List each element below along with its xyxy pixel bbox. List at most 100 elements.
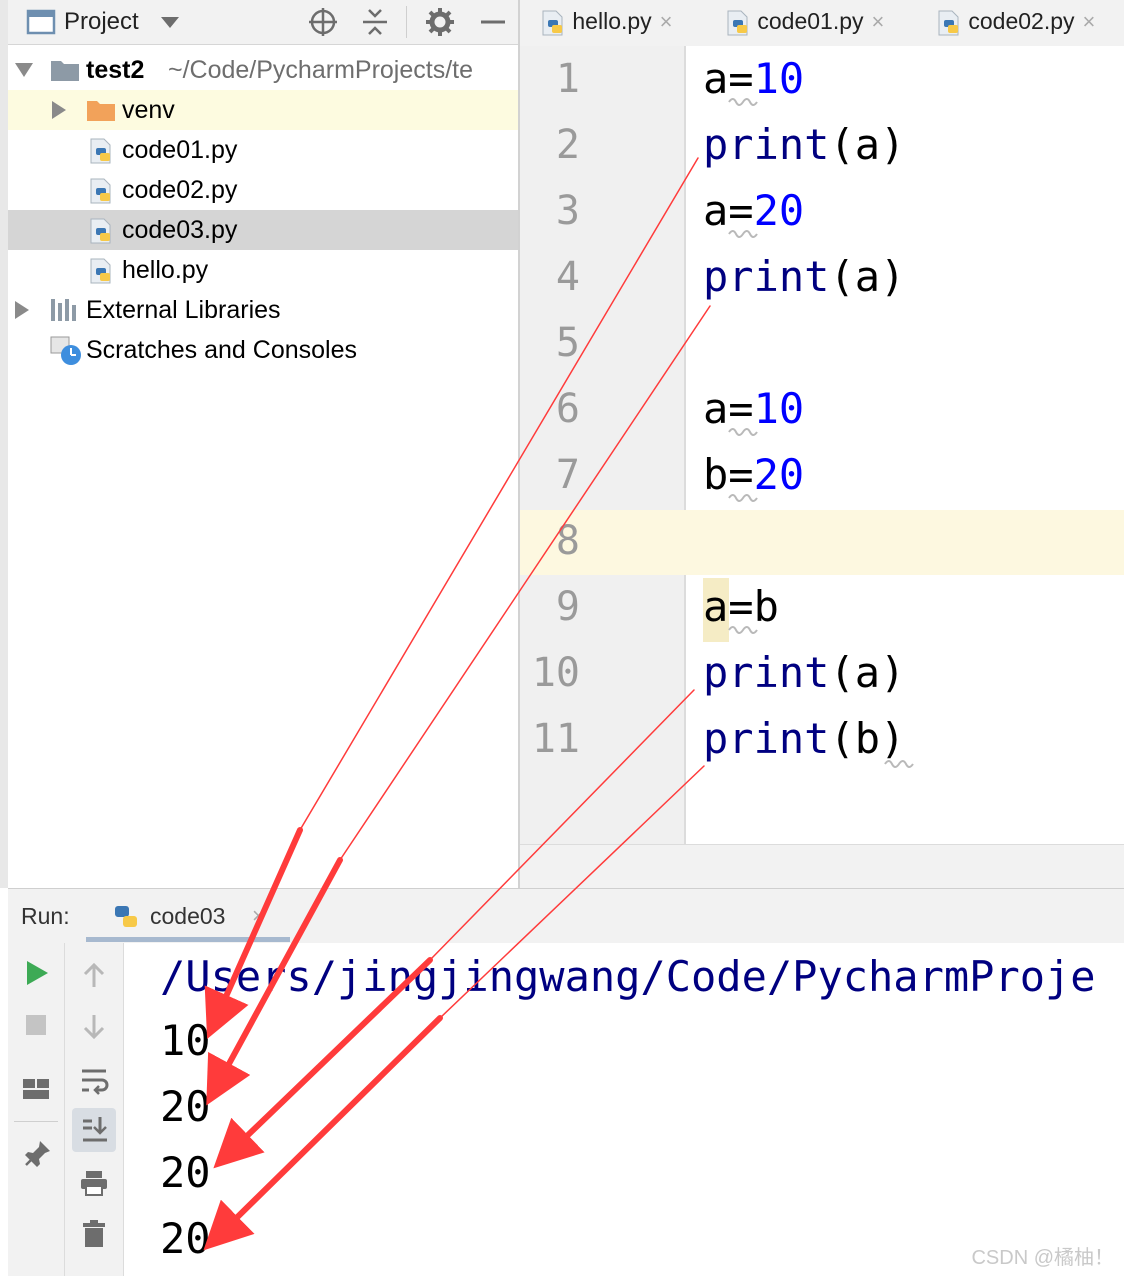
- code-args: (a): [829, 648, 906, 697]
- code-line[interactable]: print(b): [703, 714, 905, 763]
- python-file-icon: [90, 218, 111, 244]
- code-args: (a): [829, 252, 906, 301]
- line-number: 1: [555, 56, 580, 102]
- line-number: 4: [555, 254, 580, 300]
- code-number: 10: [753, 54, 805, 103]
- tree-root-row[interactable]: test2 ~/Code/PycharmProjects/te: [8, 50, 518, 90]
- tree-item-label: code02.py: [122, 176, 238, 204]
- tab-code02[interactable]: code02.py ×: [936, 0, 1095, 46]
- close-icon[interactable]: ×: [660, 9, 673, 34]
- run-tab-label[interactable]: code03: [150, 889, 225, 943]
- python-file-icon: [90, 138, 111, 164]
- print-icon[interactable]: [79, 1169, 109, 1197]
- line-number: 11: [531, 716, 580, 762]
- line-number: 5: [555, 320, 580, 366]
- soft-wrap-icon[interactable]: [79, 1065, 109, 1095]
- tree-item-code01[interactable]: code01.py: [8, 130, 518, 170]
- warning-squiggle: [728, 494, 758, 502]
- python-file-icon: [542, 10, 563, 36]
- line-number: 8: [555, 518, 580, 564]
- project-panel-title[interactable]: Project: [64, 0, 139, 44]
- line-number: 3: [555, 188, 580, 234]
- project-panel-header: Project: [8, 0, 518, 45]
- line-number: 10: [531, 650, 580, 696]
- tree-item-code02[interactable]: code02.py: [8, 170, 518, 210]
- code-line[interactable]: print(a): [703, 120, 905, 169]
- warning-squiggle: [728, 98, 758, 106]
- line-number: 6: [555, 386, 580, 432]
- close-icon[interactable]: ×: [252, 889, 265, 943]
- tree-item-code03[interactable]: code03.py: [8, 210, 518, 250]
- close-icon[interactable]: ×: [872, 9, 885, 34]
- code-args: (b): [829, 714, 906, 763]
- locate-target-icon[interactable]: [308, 7, 338, 37]
- toolbar-divider: [14, 1121, 58, 1122]
- header-divider: [406, 6, 407, 38]
- expand-arrow-icon[interactable]: [15, 63, 33, 77]
- close-icon[interactable]: ×: [1083, 9, 1096, 34]
- expand-arrow-icon[interactable]: [15, 301, 29, 319]
- left-tool-stripe: [0, 0, 8, 888]
- chevron-down-icon[interactable]: [160, 16, 180, 30]
- console-output-line: 20: [160, 1148, 211, 1197]
- tab-label: hello.py: [572, 8, 652, 34]
- arrow-up-icon[interactable]: [81, 961, 107, 989]
- tree-item-label: venv: [122, 96, 175, 124]
- python-file-icon: [727, 10, 748, 36]
- run-label: Run:: [21, 903, 70, 929]
- folder-icon: [87, 101, 115, 121]
- stop-icon[interactable]: [24, 1013, 48, 1037]
- code-keyword: print: [703, 120, 830, 169]
- expand-arrow-icon[interactable]: [52, 101, 66, 119]
- caret-line-highlight: [520, 510, 1124, 575]
- warning-squiggle: [728, 230, 758, 238]
- tree-item-label: code03.py: [122, 216, 238, 244]
- run-panel-header: Run: code03 ×: [8, 888, 1124, 944]
- scroll-to-end-icon: [83, 1117, 107, 1142]
- scroll-to-end-toggle[interactable]: [72, 1108, 116, 1152]
- tab-code01[interactable]: code01.py ×: [725, 0, 884, 46]
- console-command-path: /Users/jingjingwang/Code/PycharmProje: [160, 952, 1096, 1001]
- rerun-play-icon[interactable]: [24, 959, 50, 987]
- library-icon: [51, 299, 76, 321]
- project-root-path: ~/Code/PycharmProjects/te: [168, 56, 473, 84]
- collapse-all-icon[interactable]: [360, 7, 390, 37]
- code-keyword: print: [703, 648, 830, 697]
- console-output-line: 20: [160, 1214, 211, 1263]
- tree-item-label: External Libraries: [86, 296, 281, 324]
- project-root-name: test2: [86, 56, 145, 84]
- tree-item-scratches[interactable]: Scratches and Consoles: [8, 330, 518, 370]
- scratches-icon: [50, 336, 81, 365]
- arrow-down-icon[interactable]: [81, 1013, 107, 1041]
- trash-icon[interactable]: [81, 1219, 107, 1249]
- code-keyword: print: [703, 252, 830, 301]
- run-toolbar-primary: [8, 943, 65, 1276]
- tab-hello[interactable]: hello.py ×: [540, 0, 673, 46]
- warning-squiggle: [728, 428, 758, 436]
- code-args: (a): [829, 120, 906, 169]
- gear-icon[interactable]: [424, 6, 456, 38]
- code-keyword: print: [703, 714, 830, 763]
- tree-item-external-libraries[interactable]: External Libraries: [8, 290, 518, 330]
- editor-tab-bar: hello.py × code01.py × code02.py ×: [520, 0, 1124, 47]
- line-number: 2: [555, 122, 580, 168]
- python-icon: [115, 906, 137, 927]
- project-view-icon[interactable]: [26, 8, 56, 36]
- warning-squiggle: [728, 626, 758, 634]
- line-number: 7: [555, 452, 580, 498]
- python-file-icon: [938, 10, 959, 36]
- tree-item-venv[interactable]: venv: [8, 90, 518, 130]
- python-file-icon: [90, 258, 111, 284]
- minimize-icon[interactable]: [478, 7, 508, 37]
- python-file-icon: [90, 178, 111, 204]
- folder-icon: [51, 61, 79, 81]
- run-toolbar-secondary: [65, 943, 124, 1276]
- tree-item-hello[interactable]: hello.py: [8, 250, 518, 290]
- layout-icon[interactable]: [22, 1077, 50, 1101]
- code-number: 20: [753, 450, 805, 499]
- pin-icon[interactable]: [22, 1139, 52, 1169]
- code-line[interactable]: print(a): [703, 648, 905, 697]
- code-line[interactable]: print(a): [703, 252, 905, 301]
- run-tab-active-indicator: [86, 937, 290, 942]
- tab-label: code01.py: [757, 8, 864, 34]
